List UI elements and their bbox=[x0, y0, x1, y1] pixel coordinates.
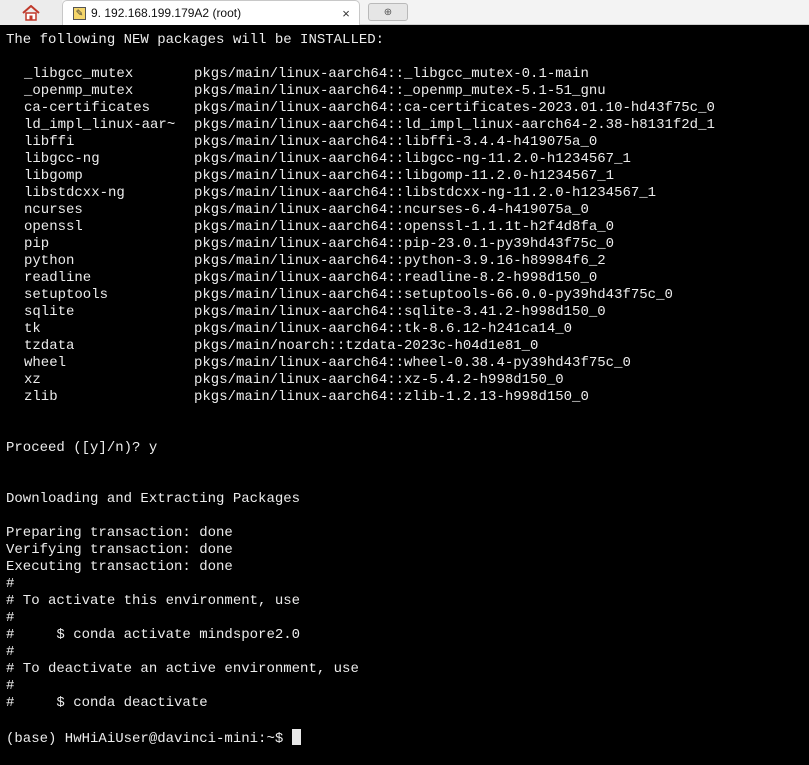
home-icon bbox=[22, 4, 40, 21]
package-source: pkgs/main/linux-aarch64::zlib-1.2.13-h99… bbox=[194, 389, 589, 405]
package-source: pkgs/main/linux-aarch64::libgcc-ng-11.2.… bbox=[194, 151, 631, 167]
package-name: tk bbox=[24, 321, 41, 337]
package-row: zlib pkgs/main/linux-aarch64::zlib-1.2.13… bbox=[24, 389, 589, 406]
package-row: setuptools pkgs/main/linux-aarch64::setup… bbox=[24, 287, 673, 304]
package-row: _openmp_mutex pkgs/main/linux-aarch64::_o… bbox=[24, 83, 606, 100]
package-source: pkgs/main/linux-aarch64::_openmp_mutex-5… bbox=[194, 83, 606, 99]
package-row: wheel pkgs/main/linux-aarch64::wheel-0.38… bbox=[24, 355, 631, 372]
package-row: _libgcc_mutex pkgs/main/linux-aarch64::_l… bbox=[24, 66, 589, 83]
package-name: _libgcc_mutex bbox=[24, 66, 134, 82]
package-source: pkgs/main/linux-aarch64::ld_impl_linux-a… bbox=[194, 117, 715, 133]
package-source: pkgs/main/linux-aarch64::xz-5.4.2-h998d1… bbox=[194, 372, 564, 388]
package-name: libgomp bbox=[24, 168, 83, 184]
package-name: libgcc-ng bbox=[24, 151, 100, 167]
package-source: pkgs/main/linux-aarch64::libstdcxx-ng-11… bbox=[194, 185, 657, 201]
package-row: tk pkgs/main/linux-aarch64::tk-8.6.12-h24… bbox=[24, 321, 572, 338]
package-row: tzdata pkgs/main/noarch::tzdata-2023c-h04… bbox=[24, 338, 538, 355]
package-row: python pkgs/main/linux-aarch64::python-3.… bbox=[24, 253, 606, 270]
package-row: pip pkgs/main/linux-aarch64::pip-23.0.1-p… bbox=[24, 236, 614, 253]
package-name: tzdata bbox=[24, 338, 75, 354]
comment-line: # bbox=[6, 610, 15, 626]
package-name: _openmp_mutex bbox=[24, 83, 134, 99]
package-name: wheel bbox=[24, 355, 67, 371]
package-source: pkgs/main/linux-aarch64::tk-8.6.12-h241c… bbox=[194, 321, 573, 337]
package-source: pkgs/main/linux-aarch64::python-3.9.16-h… bbox=[194, 253, 606, 269]
package-source: pkgs/main/linux-aarch64::openssl-1.1.1t-… bbox=[194, 219, 615, 235]
package-source: pkgs/main/linux-aarch64::libffi-3.4.4-h4… bbox=[194, 134, 598, 150]
comment-line: # To deactivate an active environment, u… bbox=[6, 661, 359, 677]
package-row: ca-certificates pkgs/main/linux-aarch64::… bbox=[24, 100, 715, 117]
terminal-icon: ✎ bbox=[73, 6, 86, 20]
package-name: ld_impl_linux-aar~ bbox=[24, 117, 176, 133]
comment-line: # $ conda deactivate bbox=[6, 695, 208, 711]
package-name: xz bbox=[24, 372, 41, 388]
package-name: pip bbox=[24, 236, 50, 252]
package-source: pkgs/main/linux-aarch64::pip-23.0.1-py39… bbox=[194, 236, 615, 252]
package-source: pkgs/main/linux-aarch64::readline-8.2-h9… bbox=[194, 270, 598, 286]
transaction-line: Preparing transaction: done bbox=[6, 525, 233, 541]
comment-line: # bbox=[6, 644, 15, 660]
package-name: readline bbox=[24, 270, 92, 286]
transaction-line: Verifying transaction: done bbox=[6, 542, 233, 558]
package-source: pkgs/main/linux-aarch64::sqlite-3.41.2-h… bbox=[194, 304, 606, 320]
package-row: sqlite pkgs/main/linux-aarch64::sqlite-3.… bbox=[24, 304, 606, 321]
package-name: libstdcxx-ng bbox=[24, 185, 125, 201]
package-source: pkgs/main/linux-aarch64::ca-certificates… bbox=[194, 100, 715, 116]
package-name: zlib bbox=[24, 389, 58, 405]
plus-icon: ⊕ bbox=[383, 6, 393, 18]
proceed-prompt: Proceed ([y]/n)? y bbox=[6, 440, 158, 456]
downloading-status: Downloading and Extracting Packages bbox=[6, 491, 301, 507]
package-row: ld_impl_linux-aar~ pkgs/main/linux-aarch6… bbox=[24, 117, 715, 134]
package-row: libgomp pkgs/main/linux-aarch64::libgomp-… bbox=[24, 168, 614, 185]
new-tab-button[interactable]: ⊕ bbox=[368, 3, 408, 21]
package-source: pkgs/main/noarch::tzdata-2023c-h04d1e81_… bbox=[194, 338, 539, 354]
package-name: libffi bbox=[24, 134, 75, 150]
package-source: pkgs/main/linux-aarch64::wheel-0.38.4-py… bbox=[194, 355, 631, 371]
package-source: pkgs/main/linux-aarch64::ncurses-6.4-h41… bbox=[194, 202, 589, 218]
home-tab[interactable] bbox=[0, 0, 62, 25]
package-name: ca-certificates bbox=[24, 100, 151, 116]
package-name: setuptools bbox=[24, 287, 109, 303]
prompt-text: (base) HwHiAiUser@davinci-mini:~$ bbox=[6, 731, 292, 747]
comment-line: # bbox=[6, 678, 15, 694]
close-icon[interactable]: × bbox=[333, 6, 359, 21]
package-row: libstdcxx-ng pkgs/main/linux-aarch64::lib… bbox=[24, 185, 656, 202]
tab-title: 9. 192.168.199.179A2 (root) bbox=[91, 6, 242, 20]
tab-bar: ✎ 9. 192.168.199.179A2 (root) × ⊕ bbox=[0, 0, 809, 25]
tab-session[interactable]: ✎ 9. 192.168.199.179A2 (root) × bbox=[62, 0, 360, 25]
comment-line: # $ conda activate mindspore2.0 bbox=[6, 627, 301, 643]
terminal-output[interactable]: The following NEW packages will be INSTA… bbox=[0, 25, 809, 765]
package-name: openssl bbox=[24, 219, 83, 235]
package-name: python bbox=[24, 253, 75, 269]
shell-prompt[interactable]: (base) HwHiAiUser@davinci-mini:~$ bbox=[6, 729, 301, 747]
install-header: The following NEW packages will be INSTA… bbox=[6, 32, 385, 48]
package-row: openssl pkgs/main/linux-aarch64::openssl-… bbox=[24, 219, 614, 236]
comment-line: # bbox=[6, 576, 15, 592]
package-source: pkgs/main/linux-aarch64::_libgcc_mutex-0… bbox=[194, 66, 589, 82]
text-cursor bbox=[291, 729, 301, 745]
package-name: ncurses bbox=[24, 202, 83, 218]
package-row: readline pkgs/main/linux-aarch64::readlin… bbox=[24, 270, 597, 287]
package-name: sqlite bbox=[24, 304, 75, 320]
package-row: ncurses pkgs/main/linux-aarch64::ncurses-… bbox=[24, 202, 589, 219]
package-row: xz pkgs/main/linux-aarch64::xz-5.4.2-h998… bbox=[24, 372, 564, 389]
package-source: pkgs/main/linux-aarch64::setuptools-66.0… bbox=[194, 287, 673, 303]
package-source: pkgs/main/linux-aarch64::libgomp-11.2.0-… bbox=[194, 168, 615, 184]
transaction-line: Executing transaction: done bbox=[6, 559, 233, 575]
package-row: libffi pkgs/main/linux-aarch64::libffi-3.… bbox=[24, 134, 597, 151]
comment-line: # To activate this environment, use bbox=[6, 593, 301, 609]
package-row: libgcc-ng pkgs/main/linux-aarch64::libgcc… bbox=[24, 151, 631, 168]
